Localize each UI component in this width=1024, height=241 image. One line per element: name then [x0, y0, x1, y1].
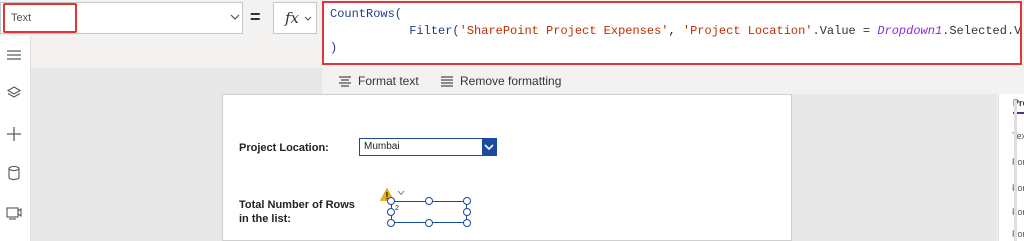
formula-column: 'Project Location'	[682, 24, 813, 38]
chevron-down-icon[interactable]	[397, 190, 405, 196]
resize-handle[interactable]	[387, 197, 395, 205]
formula-indent	[330, 24, 409, 38]
total-rows-label-line2: in the list:	[239, 213, 291, 225]
resize-handle[interactable]	[463, 219, 471, 227]
fx-icon: fx	[285, 9, 300, 27]
formula-selected-value: .Selected.Value)	[942, 24, 1022, 38]
database-icon[interactable]	[5, 164, 23, 182]
formula-datasource: 'SharePoint Project Expenses'	[459, 24, 669, 38]
dropdown-toggle[interactable]	[482, 139, 496, 155]
resize-handle[interactable]	[387, 208, 395, 216]
resize-handle[interactable]	[463, 197, 471, 205]
formula-filter-fn: Filter(	[409, 24, 460, 38]
layers-icon[interactable]	[5, 84, 23, 102]
location-dropdown-value: Mumbai	[364, 141, 400, 152]
location-dropdown[interactable]: Mumbai	[359, 138, 497, 156]
format-text-label: Format text	[358, 74, 419, 88]
resize-handle[interactable]	[387, 219, 395, 227]
remove-formatting-icon	[441, 76, 453, 87]
total-rows-label-line1: Total Number of Rows	[239, 199, 355, 211]
fx-button[interactable]: fx	[273, 2, 317, 34]
formula-compare: .Value =	[812, 24, 878, 38]
equals-sign: =	[250, 7, 261, 27]
properties-scrollbar[interactable]	[1014, 100, 1017, 241]
formula-bar: Text = fx CountRows( Filter('SharePoint …	[0, 0, 1024, 68]
formula-input[interactable]: CountRows( Filter('SharePoint Project Ex…	[322, 1, 1022, 65]
row-count-value: 2	[395, 205, 399, 212]
left-rail	[0, 36, 31, 241]
resize-handle[interactable]	[425, 219, 433, 227]
format-toolbar: Format text Remove formatting	[322, 68, 1024, 94]
media-icon[interactable]	[5, 204, 23, 222]
chevron-down-icon	[304, 16, 312, 21]
hamburger-icon[interactable]	[5, 46, 23, 64]
resize-handle[interactable]	[425, 197, 433, 205]
project-location-label: Project Location:	[239, 142, 329, 154]
chevron-down-icon	[484, 144, 494, 151]
formula-separator: ,	[668, 24, 683, 38]
format-text-button[interactable]: Format text	[338, 74, 438, 88]
formula-line-1: CountRows(	[330, 7, 403, 21]
property-highlight-box	[3, 3, 77, 33]
app-screen: Project Location: Mumbai Total Number of…	[222, 94, 792, 241]
formula-line-3: )	[330, 41, 338, 55]
plus-icon[interactable]	[5, 125, 23, 143]
formula-control-ref: Dropdown1	[877, 24, 943, 38]
resize-handle[interactable]	[463, 208, 471, 216]
remove-formatting-label: Remove formatting	[460, 74, 562, 88]
chevron-down-icon	[230, 14, 240, 20]
properties-panel: Pro Tex For For For For	[998, 94, 1024, 241]
format-text-icon	[339, 76, 351, 87]
remove-formatting-button[interactable]: Remove formatting	[440, 74, 580, 88]
